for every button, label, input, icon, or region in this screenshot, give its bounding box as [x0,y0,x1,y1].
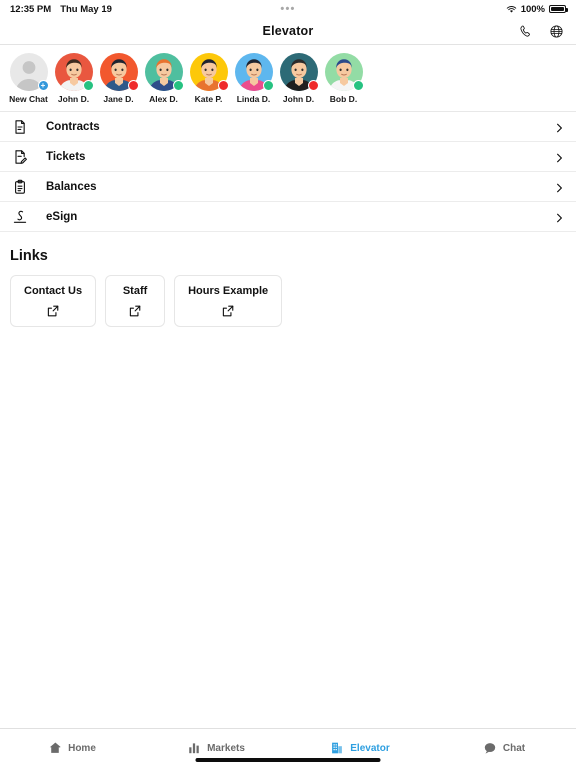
status-bar-right: 100% [506,3,568,15]
avatar[interactable] [234,53,274,91]
document-edit-icon [12,149,28,165]
links-heading: Links [10,248,48,264]
contact-name: Jane D. [103,94,134,104]
tab-bar: Home Markets Elevator Chat [0,728,576,768]
presence-badge-busy [307,80,319,91]
avatar[interactable] [279,53,319,91]
wifi-icon [506,5,516,13]
chevron-right-icon [555,211,564,223]
new-chat-button[interactable]: + New Chat [6,53,51,104]
phone-call-icon[interactable] [518,24,533,39]
presence-badge-online [262,80,274,91]
contact-name: Alex D. [149,94,178,104]
contact-name: Linda D. [236,94,271,104]
chat-bubble-icon [483,741,497,755]
status-time: 12:35 PM [10,3,52,15]
tab-home[interactable]: Home [0,729,144,759]
avatar[interactable]: + [9,53,49,91]
tab-elevator[interactable]: Elevator [288,729,432,759]
chevron-right-icon [555,151,564,163]
contact-item[interactable]: Kate P. [186,53,231,104]
bar-chart-icon [187,741,201,755]
menu-row-label: Tickets [46,150,86,163]
add-badge-icon: + [37,80,49,91]
home-icon [48,741,62,755]
battery-percent-label: 100% [520,3,545,15]
link-card[interactable]: Staff [105,275,166,327]
menu-row-balances[interactable]: Balances [0,172,576,202]
nav-actions [518,18,564,45]
link-card-label: Contact Us [24,285,83,297]
signature-icon [12,209,28,225]
tab-markets[interactable]: Markets [144,729,288,759]
building-icon [330,741,344,755]
contacts-strip[interactable]: + New Chat John D. Jane D. Alex D. Kate … [0,45,576,112]
status-date: Thu May 19 [60,3,112,15]
presence-badge-online [172,80,184,91]
external-link-icon [128,304,142,318]
presence-badge-online [352,80,364,91]
external-link-icon [221,304,235,318]
contact-name: Bob D. [329,94,358,104]
globe-icon[interactable] [549,24,564,39]
external-link-icon [46,304,60,318]
contact-item[interactable]: Jane D. [96,53,141,104]
menu-row-esign[interactable]: eSign [0,202,576,232]
links-section: Links Contact Us Staff Hours Example [0,232,576,327]
chevron-right-icon [555,181,564,193]
document-icon [12,119,28,135]
tab-label: Chat [502,742,526,754]
avatar[interactable] [144,53,184,91]
nav-header: Elevator [0,18,576,45]
status-bar: 12:35 PM Thu May 19 ••• 100% [0,0,576,18]
home-indicator [195,758,381,762]
tab-label: Elevator [350,742,390,754]
link-card-label: Staff [122,285,148,297]
avatar[interactable] [324,53,364,91]
contact-item[interactable]: Linda D. [231,53,276,104]
chevron-right-icon [555,121,564,133]
menu-row-tickets[interactable]: Tickets [0,142,576,172]
contact-item[interactable]: John D. [276,53,321,104]
menu-list: Contracts Tickets Balances eSign [0,112,576,232]
links-row: Contact Us Staff Hours Example [10,275,566,327]
contact-item[interactable]: Bob D. [321,53,366,104]
tab-chat[interactable]: Chat [432,729,576,759]
presence-badge-busy [127,80,139,91]
page-title: Elevator [262,24,314,38]
presence-badge-online [82,80,94,91]
battery-full-icon [549,4,568,14]
contact-item[interactable]: Alex D. [141,53,186,104]
contact-item[interactable]: John D. [51,53,96,104]
contact-name: John D. [57,94,90,104]
presence-badge-busy [217,80,229,91]
link-card-label: Hours Example [188,285,269,297]
status-bar-left: 12:35 PM Thu May 19 [10,4,112,15]
tab-label: Markets [207,742,245,754]
avatar[interactable] [189,53,229,91]
more-dots-icon: ••• [280,2,296,15]
menu-row-contracts[interactable]: Contracts [0,112,576,142]
contact-name: John D. [282,94,315,104]
menu-row-label: Balances [46,180,97,193]
menu-row-label: Contracts [46,120,100,133]
link-card[interactable]: Contact Us [10,275,97,327]
clipboard-icon [12,179,28,195]
contact-name: Kate P. [194,94,223,104]
tab-label: Home [68,742,96,754]
link-card[interactable]: Hours Example [174,275,283,327]
contact-name: New Chat [9,94,48,104]
avatar[interactable] [54,53,94,91]
menu-row-label: eSign [46,210,78,223]
avatar[interactable] [99,53,139,91]
